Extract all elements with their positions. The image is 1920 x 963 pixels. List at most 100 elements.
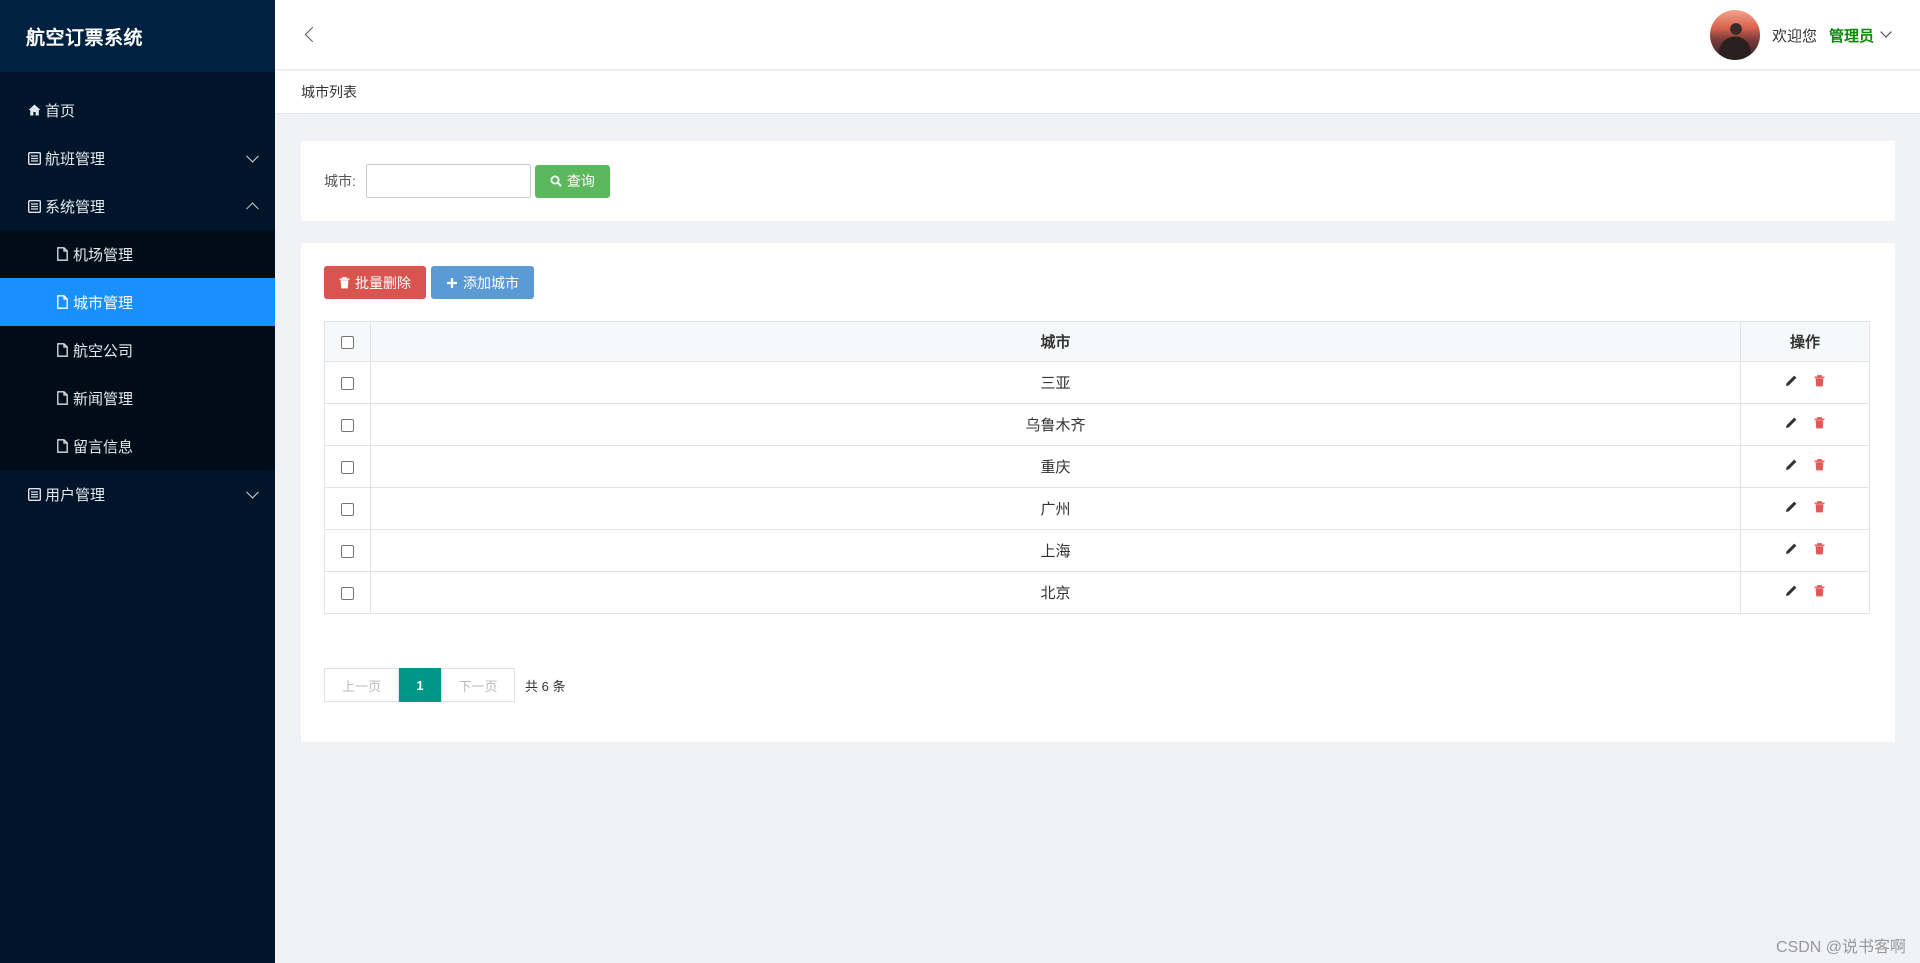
actions-cell: [1740, 361, 1870, 404]
actions-cell: [1740, 403, 1870, 446]
chevron-up-icon: [246, 202, 259, 216]
file-icon: [54, 439, 70, 453]
sidebar-item-label: 新闻管理: [73, 390, 134, 408]
home-icon: [26, 104, 42, 116]
list-icon: [26, 487, 42, 501]
city-cell: 广州: [370, 487, 1741, 530]
list-icon: [26, 199, 42, 213]
edit-icon[interactable]: [1785, 416, 1798, 429]
delete-icon[interactable]: [1814, 500, 1825, 513]
avatar[interactable]: [1709, 10, 1760, 60]
select-all-checkbox[interactable]: [341, 335, 354, 349]
row-select-cell: [324, 571, 371, 614]
list-icon: [26, 151, 42, 165]
system-submenu: 机场管理 城市管理 航空公司 新闻管理 留言信息: [0, 230, 275, 470]
row-select-cell: [324, 487, 371, 530]
row-select-cell: [324, 361, 371, 404]
city-cell: 上海: [370, 529, 1741, 572]
delete-icon[interactable]: [1814, 584, 1825, 597]
table-row: 上海: [324, 529, 1870, 572]
actions-cell: [1740, 487, 1870, 530]
row-checkbox[interactable]: [341, 586, 354, 600]
sidebar-item-system[interactable]: 系统管理: [0, 182, 275, 230]
table-toolbar: 批量删除 添加城市: [324, 266, 1872, 299]
edit-icon[interactable]: [1785, 542, 1798, 555]
next-page-button[interactable]: 下一页: [441, 668, 515, 702]
sidebar-item-airports[interactable]: 机场管理: [0, 230, 275, 278]
welcome-text: 欢迎您: [1771, 27, 1817, 45]
chevron-down-icon: [246, 485, 259, 499]
sidebar-item-label: 航空公司: [73, 342, 134, 360]
table-row: 重庆: [324, 445, 1870, 488]
sidebar: 航空订票系统 首页 航班管理 系统管理 机场管理 城市管理 航空公司 新闻管理 …: [0, 0, 275, 963]
table-header-row: 城市 操作: [324, 321, 1870, 362]
sidebar-item-cities[interactable]: 城市管理: [0, 278, 275, 326]
edit-icon[interactable]: [1785, 500, 1798, 513]
city-search-label: 城市:: [324, 173, 356, 189]
page-1-button[interactable]: 1: [399, 668, 441, 702]
row-select-cell: [324, 529, 371, 572]
prev-page-button[interactable]: 上一页: [324, 668, 399, 702]
sidebar-item-news[interactable]: 新闻管理: [0, 374, 275, 422]
city-cell: 北京: [370, 571, 1741, 614]
table-row: 乌鲁木齐: [324, 403, 1870, 446]
actions-cell: [1740, 529, 1870, 572]
row-checkbox[interactable]: [341, 502, 354, 516]
file-icon: [54, 247, 70, 261]
breadcrumb: 城市列表: [275, 71, 1920, 114]
user-menu[interactable]: 欢迎您 管理员: [1709, 10, 1892, 60]
delete-icon[interactable]: [1814, 374, 1825, 387]
actions-cell: [1740, 571, 1870, 614]
sidebar-item-label: 航班管理: [45, 150, 106, 168]
table-row: 三亚: [324, 361, 1870, 404]
city-table-panel: 批量删除 添加城市 城市 操作 三亚 乌鲁木齐 重庆 广州 上海 北京 上一页 1 下一页…: [301, 243, 1895, 742]
sidebar-item-messages[interactable]: 留言信息: [0, 422, 275, 470]
city-search-input[interactable]: [365, 164, 531, 198]
watermark: CSDN @说书客啊: [1775, 939, 1906, 956]
row-checkbox[interactable]: [341, 418, 354, 432]
column-header-actions: 操作: [1740, 321, 1870, 362]
sidebar-item-label: 系统管理: [45, 198, 106, 216]
city-cell: 三亚: [370, 361, 1741, 404]
user-role-dropdown[interactable]: 管理员: [1829, 25, 1874, 46]
table-row: 广州: [324, 487, 1870, 530]
sidebar-item-label: 城市管理: [73, 294, 134, 312]
add-city-label: 添加城市: [463, 274, 519, 291]
chevron-down-icon[interactable]: [1880, 26, 1892, 38]
row-checkbox[interactable]: [341, 544, 354, 558]
collapse-sidebar-button[interactable]: [301, 24, 323, 46]
select-all-cell: [324, 321, 371, 362]
column-header-city: 城市: [370, 321, 1741, 362]
row-checkbox[interactable]: [341, 376, 354, 390]
row-checkbox[interactable]: [341, 460, 354, 474]
sidebar-item-label: 首页: [45, 102, 76, 120]
top-header: 欢迎您 管理员: [275, 0, 1920, 70]
search-button-label: 查询: [566, 173, 595, 189]
edit-icon[interactable]: [1785, 584, 1798, 597]
delete-icon[interactable]: [1814, 416, 1825, 429]
sidebar-item-airlines[interactable]: 航空公司: [0, 326, 275, 374]
edit-icon[interactable]: [1785, 374, 1798, 387]
breadcrumb-current: 城市列表: [301, 84, 357, 100]
city-cell: 乌鲁木齐: [370, 403, 1741, 446]
sidebar-item-flights[interactable]: 航班管理: [0, 134, 275, 182]
row-select-cell: [324, 445, 371, 488]
sidebar-item-label: 用户管理: [45, 486, 106, 504]
edit-icon[interactable]: [1785, 458, 1798, 471]
trash-icon: [339, 276, 350, 289]
sidebar-item-users[interactable]: 用户管理: [0, 470, 275, 518]
delete-icon[interactable]: [1814, 458, 1825, 471]
total-count: 共 6 条: [525, 678, 566, 694]
delete-icon[interactable]: [1814, 542, 1825, 555]
city-table: 城市 操作 三亚 乌鲁木齐 重庆 广州 上海 北京: [324, 321, 1870, 614]
add-city-button[interactable]: 添加城市: [431, 266, 534, 299]
table-row: 北京: [324, 571, 1870, 614]
search-panel: 城市: 查询: [301, 141, 1895, 221]
sidebar-item-label: 机场管理: [73, 246, 134, 264]
sidebar-item-home[interactable]: 首页: [0, 86, 275, 134]
city-cell: 重庆: [370, 445, 1741, 488]
actions-cell: [1740, 445, 1870, 488]
sidebar-item-label: 留言信息: [73, 438, 134, 456]
search-button[interactable]: 查询: [534, 164, 610, 198]
batch-delete-button[interactable]: 批量删除: [324, 266, 426, 299]
